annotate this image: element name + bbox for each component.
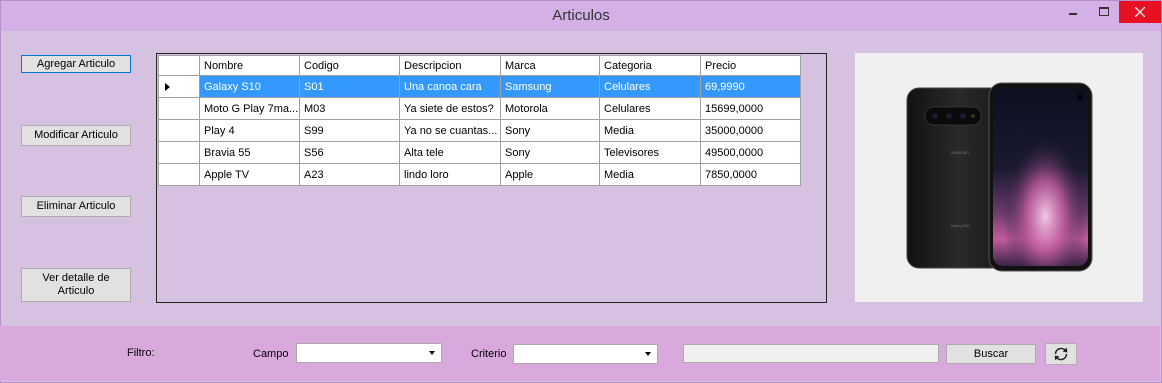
row-header[interactable] [158, 119, 200, 142]
table-cell[interactable]: Celulares [599, 97, 701, 120]
table-cell[interactable]: Sony [500, 141, 600, 164]
row-header[interactable] [158, 141, 200, 164]
table-cell[interactable]: Ya siete de estos? [399, 97, 501, 120]
criterio-select[interactable] [513, 344, 658, 364]
filter-label: Filtro: [127, 347, 155, 359]
table-cell[interactable]: Play 4 [199, 119, 300, 142]
table-cell[interactable]: Apple TV [199, 163, 300, 186]
phone-image: SAMSUNG Galaxy S10 [906, 82, 1093, 272]
table-cell[interactable]: S99 [299, 119, 400, 142]
table-cell[interactable]: 15699,0000 [700, 97, 801, 120]
table-cell[interactable]: Sony [500, 119, 600, 142]
table-cell[interactable]: Alta tele [399, 141, 501, 164]
table-cell[interactable]: 7850,0000 [700, 163, 801, 186]
search-button[interactable]: Buscar [946, 344, 1036, 364]
row-pointer-icon [165, 82, 170, 91]
table-cell[interactable]: S01 [299, 75, 400, 98]
table-cell[interactable]: Samsung [500, 75, 600, 98]
table-cell[interactable]: Celulares [599, 75, 701, 98]
delete-article-button[interactable]: Eliminar Articulo [21, 196, 131, 217]
articles-grid[interactable]: Nombre Codigo Descripcion Marca Categori… [156, 53, 827, 303]
table-row[interactable]: Play 4 S99 Ya no se cuantas... Sony Medi… [158, 119, 801, 142]
campo-label: Campo [253, 348, 289, 360]
articles-table: Nombre Codigo Descripcion Marca Categori… [158, 55, 801, 186]
device-model-text: Galaxy S10 [951, 224, 970, 228]
title-bar: Articulos [1, 1, 1161, 31]
row-header-corner [158, 55, 200, 76]
close-icon [1135, 7, 1145, 17]
device-brand-text: SAMSUNG [951, 151, 969, 155]
search-input[interactable] [683, 344, 939, 363]
table-cell[interactable]: A23 [299, 163, 400, 186]
table-row[interactable]: Galaxy S10 S01 Una canoa cara Samsung Ce… [158, 75, 801, 98]
article-image: SAMSUNG Galaxy S10 [855, 53, 1143, 302]
table-cell[interactable]: 69,9990 [700, 75, 801, 98]
add-article-button[interactable]: Agregar Articulo [21, 55, 131, 73]
campo-select[interactable] [296, 343, 442, 363]
table-cell[interactable]: 35000,0000 [700, 119, 801, 142]
chevron-down-icon[interactable] [641, 345, 657, 363]
row-header[interactable] [158, 163, 200, 186]
chevron-down-icon[interactable] [425, 344, 441, 362]
view-detail-label-2: Articulo [57, 285, 95, 297]
minimize-button[interactable] [1059, 1, 1089, 23]
column-header[interactable]: Descripcion [399, 55, 501, 76]
table-cell[interactable]: lindo loro [399, 163, 501, 186]
refresh-icon [1054, 347, 1068, 361]
table-row[interactable]: Moto G Play 7ma... M03 Ya siete de estos… [158, 97, 801, 120]
maximize-button[interactable] [1089, 1, 1119, 23]
column-header[interactable]: Categoria [599, 55, 701, 76]
view-detail-label-1: Ver detalle de [42, 272, 110, 284]
column-header[interactable]: Marca [500, 55, 600, 76]
row-header[interactable] [158, 97, 200, 120]
table-cell[interactable]: Galaxy S10 [199, 75, 300, 98]
column-header[interactable]: Nombre [199, 55, 300, 76]
table-cell[interactable]: Moto G Play 7ma... [199, 97, 300, 120]
table-row[interactable]: Bravia 55 S56 Alta tele Sony Televisores… [158, 141, 801, 164]
row-header[interactable] [158, 75, 200, 98]
refresh-button[interactable] [1045, 343, 1077, 365]
modify-article-button[interactable]: Modificar Articulo [21, 125, 131, 146]
table-cell[interactable]: Motorola [500, 97, 600, 120]
table-cell[interactable]: Media [599, 119, 701, 142]
table-cell[interactable]: S56 [299, 141, 400, 164]
column-header[interactable]: Precio [700, 55, 801, 76]
column-header[interactable]: Codigo [299, 55, 400, 76]
table-cell[interactable]: Media [599, 163, 701, 186]
close-button[interactable] [1119, 1, 1161, 23]
table-cell[interactable]: Televisores [599, 141, 701, 164]
table-cell[interactable]: M03 [299, 97, 400, 120]
table-cell[interactable]: Apple [500, 163, 600, 186]
table-cell[interactable]: Bravia 55 [199, 141, 300, 164]
window-title: Articulos [552, 7, 610, 24]
table-row[interactable]: Apple TV A23 lindo loro Apple Media 7850… [158, 163, 801, 186]
table-cell[interactable]: Ya no se cuantas... [399, 119, 501, 142]
table-cell[interactable]: 49500,0000 [700, 141, 801, 164]
grid-header-row: Nombre Codigo Descripcion Marca Categori… [158, 55, 801, 76]
view-detail-button[interactable]: Ver detalle de Articulo [21, 268, 131, 302]
criterio-label: Criterio [471, 348, 507, 360]
table-cell[interactable]: Una canoa cara [399, 75, 501, 98]
